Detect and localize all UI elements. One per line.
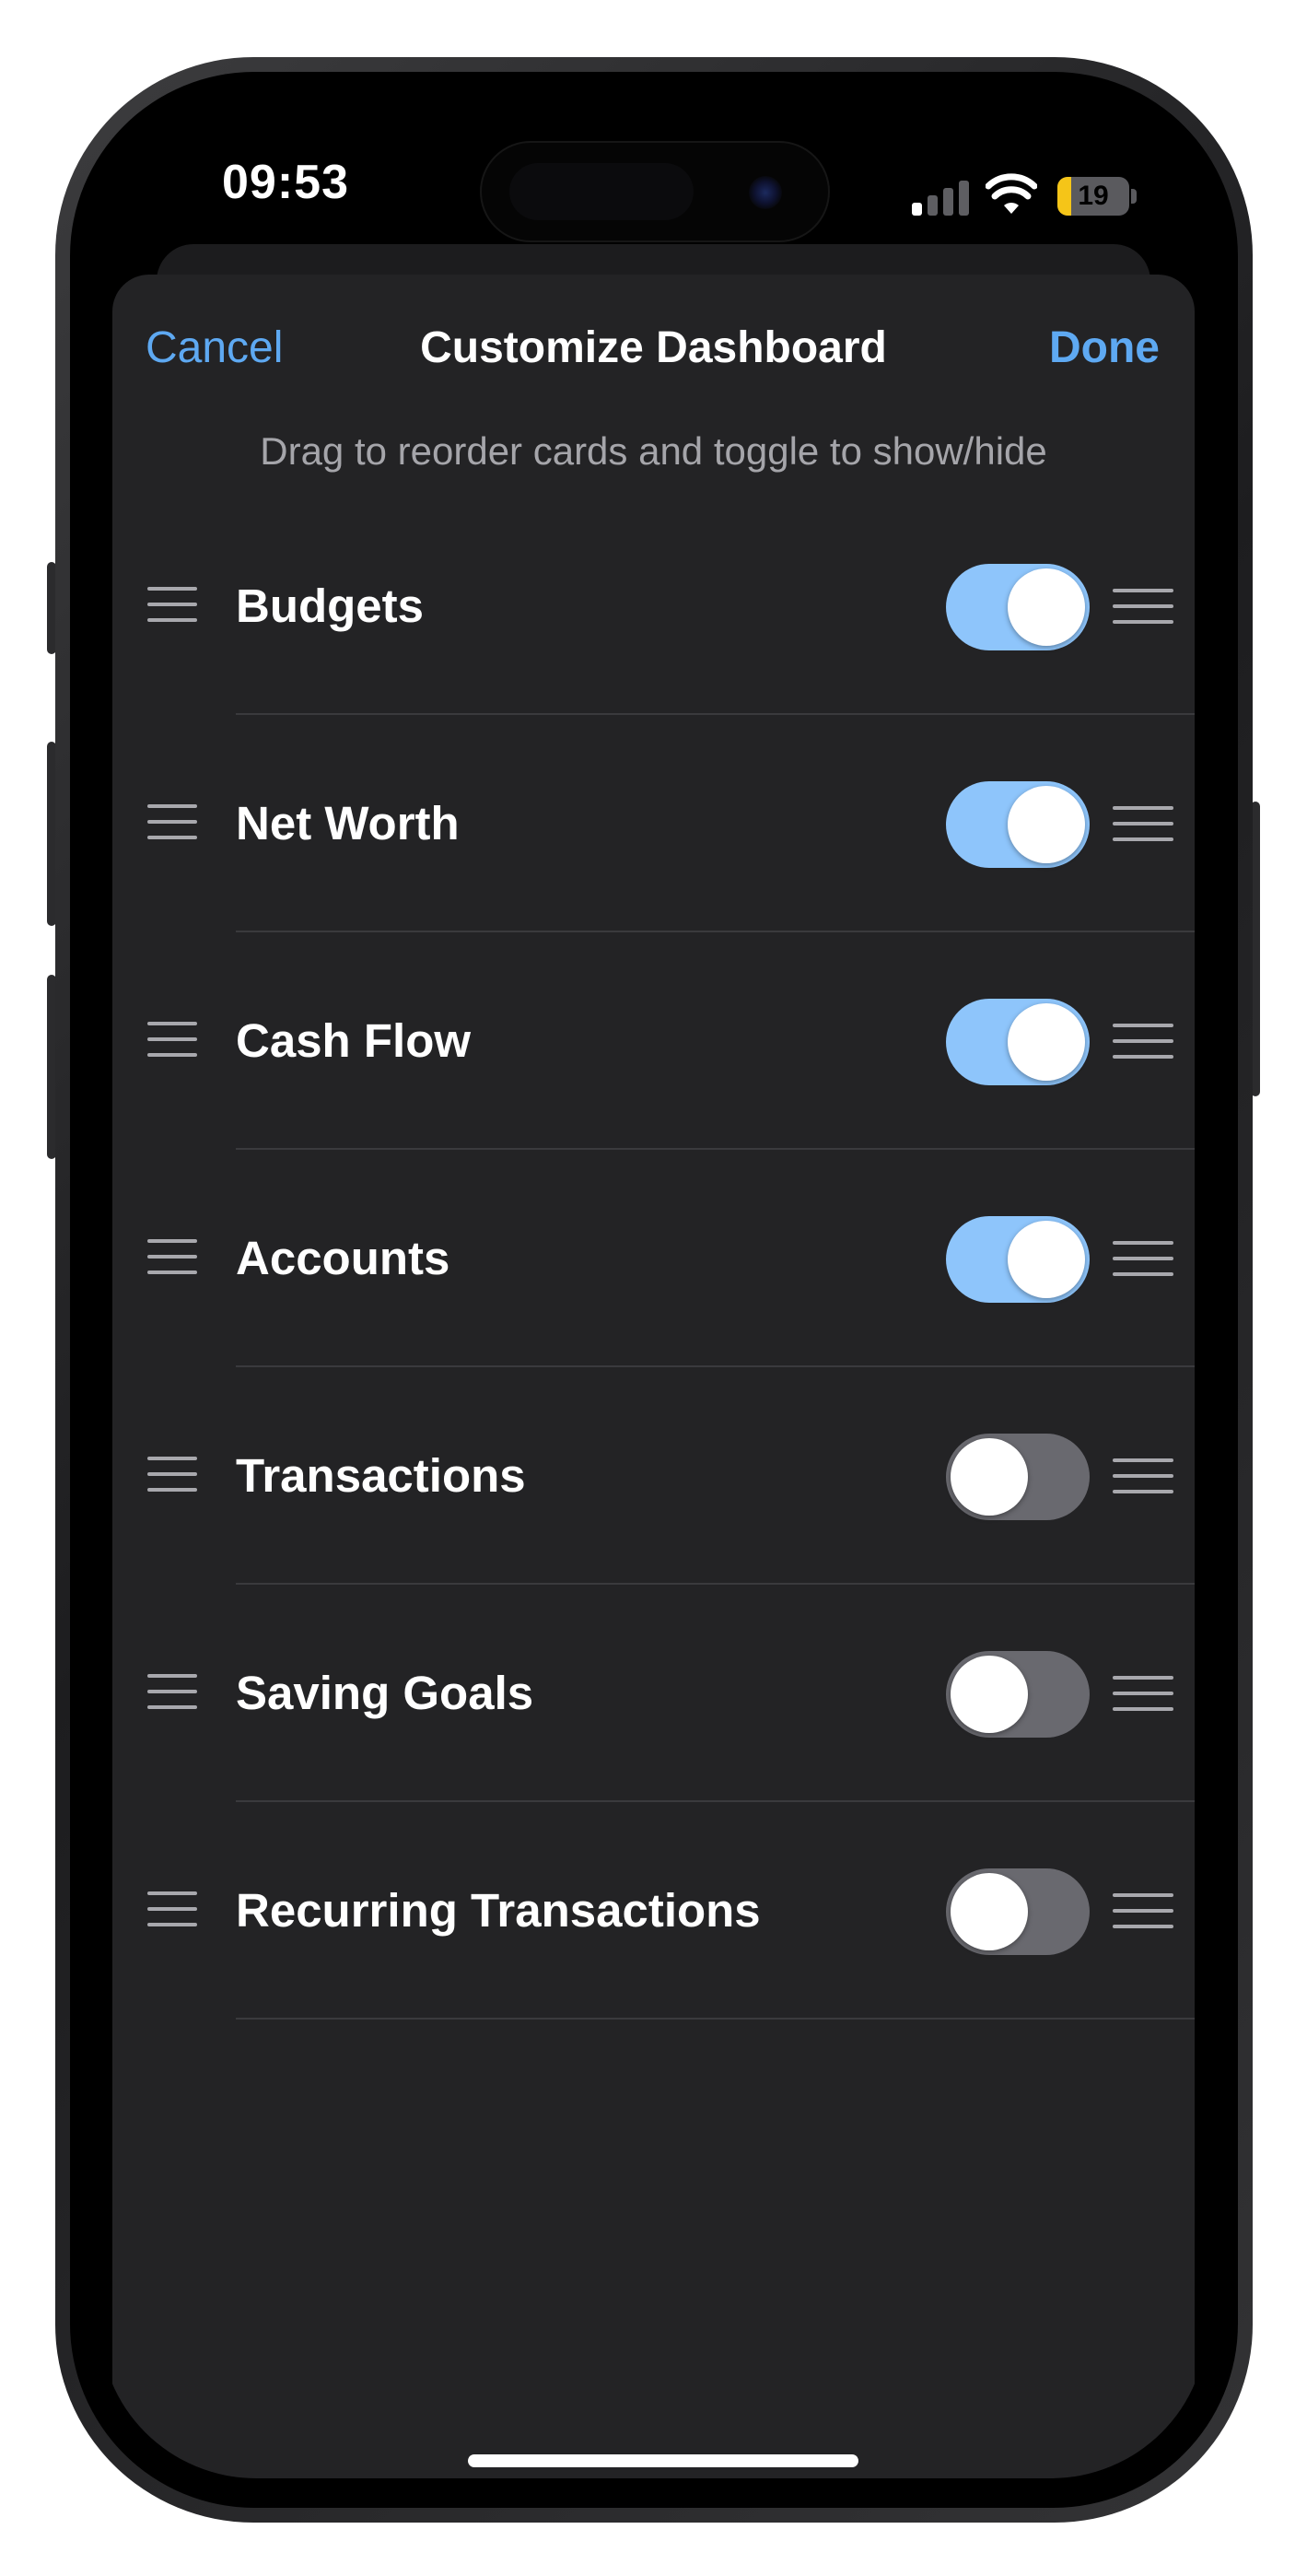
dashboard-card-row[interactable]: Net Worth <box>112 715 1195 932</box>
toggle-knob <box>951 1873 1028 1950</box>
dashboard-card-row[interactable]: Transactions <box>112 1367 1195 1585</box>
drag-handle-icon[interactable] <box>147 1457 197 1492</box>
card-label: Budgets <box>236 580 424 632</box>
drag-handle-icon[interactable] <box>147 1022 197 1057</box>
toggle-knob <box>1008 568 1085 646</box>
battery-cap <box>1131 189 1137 204</box>
device-mockup: 09:53 19 Cancel Customize Dashboard Done… <box>0 0 1307 2576</box>
visibility-toggle[interactable] <box>946 564 1090 650</box>
battery-level: 19 <box>1078 181 1109 211</box>
toggle-knob <box>951 1656 1028 1733</box>
visibility-toggle[interactable] <box>946 1434 1090 1520</box>
card-label: Transactions <box>236 1449 526 1502</box>
card-label: Cash Flow <box>236 1014 472 1067</box>
screen: 09:53 19 Cancel Customize Dashboard Done… <box>99 101 1208 2478</box>
card-label: Recurring Transactions <box>236 1884 761 1937</box>
reorder-icon[interactable] <box>1113 1024 1173 1059</box>
drag-handle-icon[interactable] <box>147 1674 197 1709</box>
cancel-button[interactable]: Cancel <box>146 322 283 373</box>
dashboard-card-list: Budgets Net Worth Cash Flow Accounts Transac… <box>112 498 1195 2020</box>
wifi-icon <box>986 173 1037 214</box>
drag-handle-icon[interactable] <box>147 1239 197 1274</box>
reorder-icon[interactable] <box>1113 806 1173 841</box>
home-indicator[interactable] <box>468 2454 858 2467</box>
card-label: Saving Goals <box>236 1667 534 1719</box>
toggle-knob <box>1008 786 1085 863</box>
reorder-icon[interactable] <box>1113 589 1173 624</box>
dashboard-card-row[interactable]: Cash Flow <box>112 932 1195 1150</box>
card-label: Accounts <box>236 1232 450 1284</box>
visibility-toggle[interactable] <box>946 1868 1090 1955</box>
card-label: Net Worth <box>236 797 460 849</box>
drag-handle-icon[interactable] <box>147 587 197 622</box>
cellular-signal-icon <box>912 179 971 216</box>
battery-icon: 19 <box>1057 177 1129 216</box>
toggle-knob <box>1008 1003 1085 1081</box>
done-button[interactable]: Done <box>1049 322 1160 373</box>
dynamic-island <box>480 141 830 242</box>
visibility-toggle[interactable] <box>946 1651 1090 1738</box>
reorder-icon[interactable] <box>1113 1458 1173 1493</box>
dashboard-card-row[interactable]: Recurring Transactions <box>112 1802 1195 2020</box>
dynamic-island-sensor <box>509 163 694 220</box>
visibility-toggle[interactable] <box>946 781 1090 868</box>
toggle-knob <box>1008 1221 1085 1298</box>
dashboard-card-row[interactable]: Saving Goals <box>112 1585 1195 1802</box>
reorder-icon[interactable] <box>1113 1241 1173 1276</box>
status-time: 09:53 <box>222 156 349 209</box>
toggle-knob <box>951 1438 1028 1516</box>
front-camera-icon <box>749 176 782 209</box>
instructions-text: Drag to reorder cards and toggle to show… <box>260 429 1047 473</box>
drag-handle-icon[interactable] <box>147 804 197 839</box>
sheet-nav-bar: Cancel Customize Dashboard Done <box>112 275 1195 385</box>
visibility-toggle[interactable] <box>946 1216 1090 1303</box>
customize-dashboard-sheet: Cancel Customize Dashboard Done Drag to … <box>112 275 1195 2478</box>
reorder-icon[interactable] <box>1113 1893 1173 1928</box>
visibility-toggle[interactable] <box>946 999 1090 1085</box>
drag-handle-icon[interactable] <box>147 1891 197 1926</box>
reorder-icon[interactable] <box>1113 1676 1173 1711</box>
dashboard-card-row[interactable]: Budgets <box>112 498 1195 715</box>
row-divider <box>236 2018 1195 2020</box>
dashboard-card-row[interactable]: Accounts <box>112 1150 1195 1367</box>
